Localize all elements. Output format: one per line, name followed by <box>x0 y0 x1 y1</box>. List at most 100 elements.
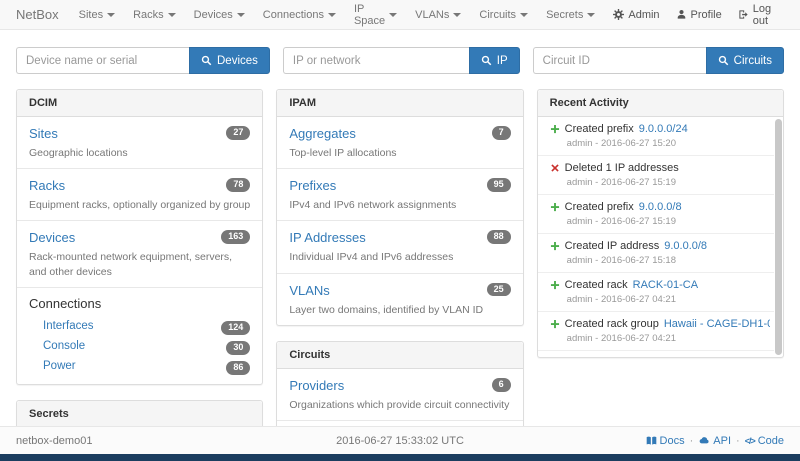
vlans-link[interactable]: VLANs <box>289 283 329 298</box>
ip-search-input[interactable] <box>283 47 469 74</box>
providers-desc: Organizations which provide circuit conn… <box>289 398 510 412</box>
api-link[interactable]: API <box>698 435 731 447</box>
providers-count-badge: 6 <box>492 378 511 392</box>
device-search-button[interactable]: Devices <box>189 47 270 74</box>
prefixes-count-badge: 95 <box>487 178 511 192</box>
profile-link[interactable]: Profile <box>676 9 722 21</box>
activity-object-link[interactable]: Hawaii - CAGE-DH1-01 <box>664 318 770 330</box>
search-icon <box>201 55 212 66</box>
nav-connections[interactable]: Connections <box>263 9 336 21</box>
user-menu: Admin Profile Log out <box>613 3 784 27</box>
panel-dcim-title: DCIM <box>17 90 262 117</box>
chevron-down-icon <box>587 13 595 17</box>
nav-ip-space-label: IP Space <box>354 3 385 27</box>
nav-devices-label: Devices <box>194 9 233 21</box>
circuit-search-group: Circuits <box>533 47 784 74</box>
aggregates-desc: Top-level IP allocations <box>289 146 510 160</box>
prefixes-link[interactable]: Prefixes <box>289 178 336 193</box>
activity-meta: admin - 2016-06-27 04:21 <box>567 294 770 305</box>
nav-racks[interactable]: Racks <box>133 9 176 21</box>
server-time: 2016-06-27 15:33:02 UTC <box>272 435 528 447</box>
racks-desc: Equipment racks, optionally organized by… <box>29 198 250 212</box>
search-icon <box>718 55 729 66</box>
list-item: 7 Aggregates Top-level IP allocations <box>277 117 522 169</box>
activity-object-link[interactable]: 9.0.0.0/8 <box>664 240 707 252</box>
ip-search-button[interactable]: IP <box>469 47 520 74</box>
activity-item: Created prefix 9.0.0.0/24 admin - 2016-06… <box>538 117 774 156</box>
chevron-down-icon <box>520 13 528 17</box>
page-footer: netbox-demo01 2016-06-27 15:33:02 UTC Do… <box>0 426 800 454</box>
code-icon: </> <box>745 436 755 446</box>
ip-addresses-link[interactable]: IP Addresses <box>289 230 365 245</box>
delete-icon <box>550 163 560 173</box>
logout-link[interactable]: Log out <box>738 3 784 27</box>
admin-label: Admin <box>628 9 659 21</box>
chevron-down-icon <box>389 13 397 17</box>
nav-circuits-label: Circuits <box>479 9 516 21</box>
nav-vlans[interactable]: VLANs <box>415 9 461 21</box>
activity-action: Created rack <box>565 279 628 291</box>
nav-ip-space[interactable]: IP Space <box>354 3 397 27</box>
activity-object-link[interactable]: 9.0.0.0/8 <box>639 201 682 213</box>
activity-item: Created IP address9.0.0.0/8 admin - 2016… <box>538 234 774 273</box>
circuit-search-button[interactable]: Circuits <box>706 47 784 74</box>
activity-meta: admin - 2016-06-27 04:21 <box>567 333 770 344</box>
nav-circuits[interactable]: Circuits <box>479 9 528 21</box>
list-item: 95 Prefixes IPv4 and IPv6 network assign… <box>277 169 522 221</box>
interfaces-count-badge: 124 <box>221 321 250 335</box>
activity-action: Deleted 1 IP addresses <box>565 162 679 174</box>
panel-dcim: DCIM 27 Sites Geographic locations 78 Ra… <box>16 89 263 385</box>
admin-link[interactable]: Admin <box>613 9 659 21</box>
activity-object-link[interactable]: RACK-01-CA <box>633 279 698 291</box>
gear-icon <box>613 9 624 20</box>
list-item: 163 Devices Rack-mounted network equipme… <box>17 221 262 287</box>
activity-scrollbar[interactable] <box>775 119 782 355</box>
plus-icon <box>550 124 560 134</box>
search-icon <box>481 55 492 66</box>
aggregates-link[interactable]: Aggregates <box>289 126 356 141</box>
devices-count-badge: 163 <box>221 230 250 244</box>
connections-console-row: 30 Console <box>29 336 250 356</box>
dashboard: DCIM 27 Sites Geographic locations 78 Ra… <box>0 89 800 461</box>
logout-icon <box>738 9 749 20</box>
plus-icon <box>550 202 560 212</box>
interfaces-link[interactable]: Interfaces <box>43 320 94 332</box>
activity-meta: admin - 2016-06-27 15:19 <box>567 216 770 227</box>
activity-action: Created prefix <box>565 123 634 135</box>
prefixes-desc: IPv4 and IPv6 network assignments <box>289 198 510 212</box>
vlans-count-badge: 25 <box>487 283 511 297</box>
main-menu: Sites Racks Devices Connections IP Space… <box>79 3 614 27</box>
activity-meta: admin - 2016-06-27 15:20 <box>567 138 770 149</box>
power-link[interactable]: Power <box>43 360 76 372</box>
panel-ipam-title: IPAM <box>277 90 522 117</box>
docs-link[interactable]: Docs <box>646 435 685 447</box>
sites-link[interactable]: Sites <box>29 126 58 141</box>
code-label: Code <box>758 435 784 447</box>
app-brand[interactable]: NetBox <box>16 7 59 22</box>
console-link[interactable]: Console <box>43 340 85 352</box>
user-icon <box>676 9 687 20</box>
racks-link[interactable]: Racks <box>29 178 65 193</box>
bottom-accent-strip <box>0 454 800 461</box>
chevron-down-icon <box>453 13 461 17</box>
code-link[interactable]: </> Code <box>745 435 784 447</box>
devices-link[interactable]: Devices <box>29 230 75 245</box>
device-search-group: Devices <box>16 47 270 74</box>
activity-object-link[interactable]: 9.0.0.0/24 <box>639 123 688 135</box>
nav-secrets[interactable]: Secrets <box>546 9 595 21</box>
circuit-search-input[interactable] <box>533 47 706 74</box>
ip-addresses-desc: Individual IPv4 and IPv6 addresses <box>289 250 510 264</box>
activity-action: Created prefix <box>565 201 634 213</box>
hostname: netbox-demo01 <box>16 435 272 447</box>
nav-sites[interactable]: Sites <box>79 9 115 21</box>
activity-meta: admin - 2016-06-27 15:18 <box>567 255 770 266</box>
top-navbar: NetBox Sites Racks Devices Connections I… <box>0 0 800 30</box>
logout-label: Log out <box>753 3 784 27</box>
list-item: 88 IP Addresses Individual IPv4 and IPv6… <box>277 221 522 273</box>
plus-icon <box>550 319 560 329</box>
activity-item: Created rack RACK-01-CA admin - 2016-06-2… <box>538 273 774 312</box>
nav-devices[interactable]: Devices <box>194 9 245 21</box>
providers-link[interactable]: Providers <box>289 378 344 393</box>
device-search-input[interactable] <box>16 47 189 74</box>
aggregates-count-badge: 7 <box>492 126 511 140</box>
